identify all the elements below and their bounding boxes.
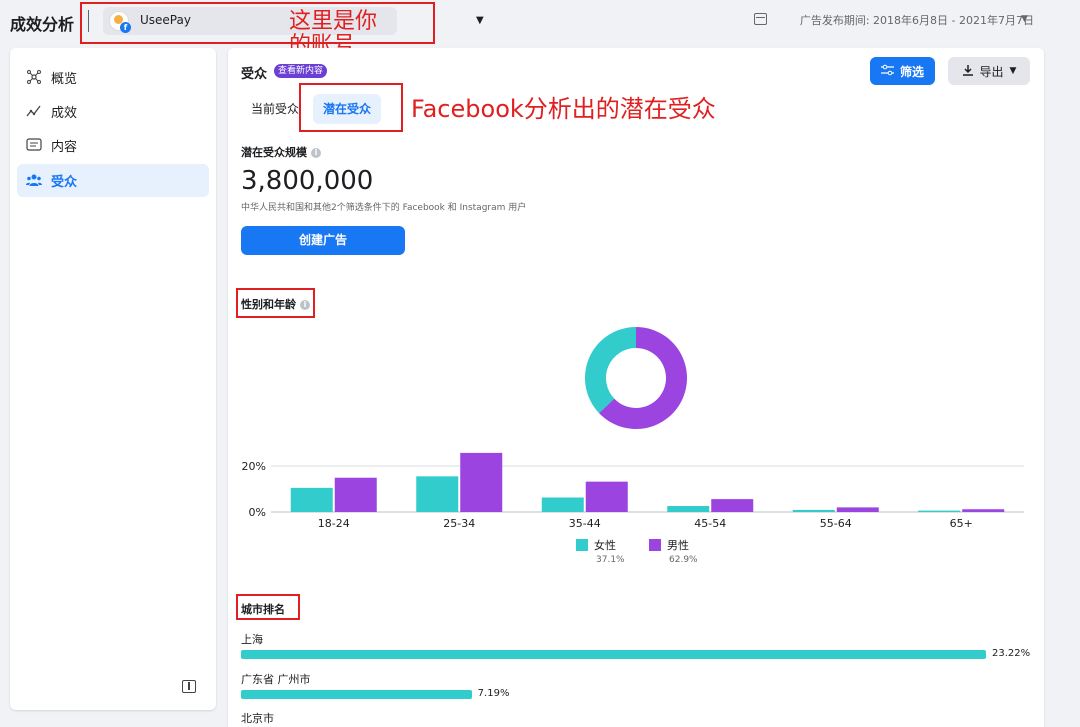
bar-female-65+ [918,510,961,512]
sidebar-item-label: 受众 [51,175,78,190]
audience-panel: 受众 查看新内容 筛选 导出 ▼ 当前受众 潜在受众 Facebook分析出的潜… [228,48,1044,727]
sidebar: 概览 成效 内容 受众 [10,48,216,710]
caret-down-icon: ▼ [1009,66,1017,76]
bar-male-45-54 [711,499,754,512]
collapse-sidebar-icon[interactable] [182,680,196,693]
trend-line-icon [25,103,43,121]
info-icon[interactable]: i [311,148,321,158]
x-tick-label: 25-34 [443,517,475,528]
legend-male: 男性 62.9% [649,537,698,565]
x-tick-label: 45-54 [694,517,726,528]
bar-male-35-44 [585,481,628,512]
page-title: 成效分析 [10,15,75,34]
caret-down-icon: ▼ [476,15,484,26]
bar-male-25-34 [460,452,503,512]
sidebar-item-label: 概览 [51,72,78,87]
export-button[interactable]: 导出 ▼ [948,57,1030,85]
city-pct: 7.19% [477,688,510,699]
bar-female-35-44 [541,497,584,512]
bar-female-55-64 [792,509,835,512]
filter-button[interactable]: 筛选 [870,57,935,85]
bar-male-18-24 [334,477,377,512]
create-ad-button[interactable]: 创建广告 [241,226,405,255]
sidebar-item-label: 内容 [51,140,78,155]
potential-size-value: 3,800,000 [241,166,374,196]
y-tick-label: 20% [242,460,266,473]
city-pct: 23.22% [992,648,1031,659]
potential-size-label: 潜在受众规模 i [241,144,321,160]
panel-title: 受众 [241,67,268,82]
potential-size-description: 中华人民共和国和其他2个筛选条件下的 Facebook 和 Instagram … [241,203,527,213]
city-bar [241,690,472,699]
tab-highlight-box [299,83,403,132]
account-highlight-box [80,2,435,44]
bar-female-45-54 [667,506,710,512]
bar-female-18-24 [290,487,333,512]
bar-male-65+ [962,509,1005,512]
filter-label: 筛选 [899,64,924,79]
legend-label-male: 男性 [667,539,689,552]
calendar-icon [754,13,767,25]
sliders-icon [880,64,894,79]
potential-size-label-text: 潜在受众规模 [241,146,307,159]
legend-swatch-male [649,539,661,551]
graph-nodes-icon [25,69,43,87]
gender-age-chart: 20% 0% 18-24 25-34 35-44 45-54 55-64 65+ [242,327,1024,528]
sidebar-item-results[interactable]: 成效 [17,95,209,128]
city-name: 上海 [241,633,263,646]
pie-slice-female [585,327,636,414]
legend-label-female: 女性 [594,539,616,552]
bar-male-55-64 [836,507,879,512]
city-bar [241,650,986,659]
sidebar-item-content[interactable]: 内容 [17,129,209,162]
city-rank-highlight-box [236,594,300,620]
x-tick-label: 35-44 [569,517,601,528]
bar-female-25-34 [416,476,459,512]
legend-female: 女性 37.1% [576,537,625,565]
new-content-badge[interactable]: 查看新内容 [274,64,328,78]
y-tick-label: 0% [249,506,266,519]
legend-pct-male: 62.9% [669,555,698,565]
x-tick-label: 55-64 [820,517,852,528]
download-icon [962,64,974,79]
export-label: 导出 [979,64,1004,79]
top-bar: 成效分析 f UseePay 这里是你的账号 ▼ 广告发布期间: 2018年6月… [0,0,1080,58]
people-icon [25,172,43,190]
gender-age-highlight-box [236,288,315,318]
date-range-selector[interactable]: 广告发布期间: 2018年6月8日 - 2021年7月7日 [800,12,1034,28]
tab-annotation: Facebook分析出的潜在受众 [411,95,716,123]
x-tick-label: 18-24 [318,517,350,528]
sidebar-item-label: 成效 [51,106,78,121]
city-name: 北京市 [241,712,274,725]
city-name: 广东省 广州市 [241,673,311,686]
sidebar-item-audience[interactable]: 受众 [17,164,209,197]
content-cards-icon [25,137,43,155]
legend-pct-female: 37.1% [596,555,625,565]
chevron-down-icon[interactable]: ▼ [1021,14,1028,24]
sidebar-item-overview[interactable]: 概览 [17,61,209,94]
legend-swatch-female [576,539,588,551]
x-tick-label: 65+ [950,517,973,528]
